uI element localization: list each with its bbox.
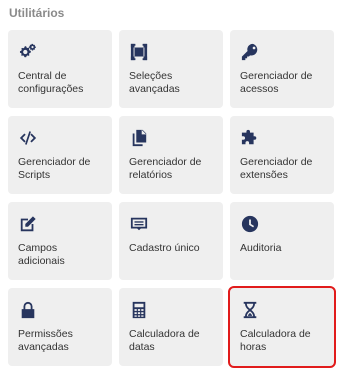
section-title: Utilitários — [9, 6, 65, 20]
key-icon — [240, 42, 260, 62]
tile-label: Permissões avançadas — [18, 328, 73, 353]
hourglass-icon — [240, 300, 260, 320]
tile-label: Seleções avançadas — [129, 70, 180, 95]
tile-calculadora-de-datas[interactable]: Calculadora de datas — [119, 288, 223, 366]
lock-icon — [18, 300, 38, 320]
tile-calculadora-de-horas[interactable]: Calculadora de horas — [228, 286, 336, 368]
copy-icon — [129, 128, 149, 148]
tile-gerenciador-de-extensoes[interactable]: Gerenciador de extensões — [230, 116, 334, 194]
tile-label: Auditoria — [240, 242, 282, 254]
edit-icon — [18, 214, 38, 234]
clock-icon — [240, 214, 260, 234]
tile-label: Gerenciador de relatórios — [129, 156, 202, 181]
selection-icon — [129, 42, 149, 62]
tile-label: Calculadora de horas — [240, 328, 311, 353]
calculator-icon — [129, 300, 149, 320]
tile-central-de-configuracoes[interactable]: Central de configurações — [8, 30, 112, 108]
tile-label: Cadastro único — [129, 242, 200, 254]
id-card-icon — [129, 214, 149, 234]
tile-label: Calculadora de datas — [129, 328, 200, 353]
tile-label: Gerenciador de acessos — [240, 70, 313, 95]
tile-gerenciador-de-relatorios[interactable]: Gerenciador de relatórios — [119, 116, 223, 194]
tile-label: Campos adicionais — [18, 242, 65, 267]
tile-campos-adicionais[interactable]: Campos adicionais — [8, 202, 112, 280]
tile-selecoes-avancadas[interactable]: Seleções avançadas — [119, 30, 223, 108]
tile-gerenciador-de-acessos[interactable]: Gerenciador de acessos — [230, 30, 334, 108]
tile-label: Gerenciador de Scripts — [18, 156, 91, 181]
tile-label: Gerenciador de extensões — [240, 156, 313, 181]
tile-permissoes-avancadas[interactable]: Permissões avançadas — [8, 288, 112, 366]
tile-auditoria[interactable]: Auditoria — [230, 202, 334, 280]
tile-cadastro-unico[interactable]: Cadastro único — [119, 202, 223, 280]
tile-label: Central de configurações — [18, 70, 84, 95]
tile-gerenciador-de-scripts[interactable]: Gerenciador de Scripts — [8, 116, 112, 194]
utilities-grid: Central de configurações Seleções avança… — [8, 30, 338, 368]
code-icon — [18, 128, 38, 148]
cogs-icon — [18, 42, 38, 62]
puzzle-icon — [240, 128, 260, 148]
